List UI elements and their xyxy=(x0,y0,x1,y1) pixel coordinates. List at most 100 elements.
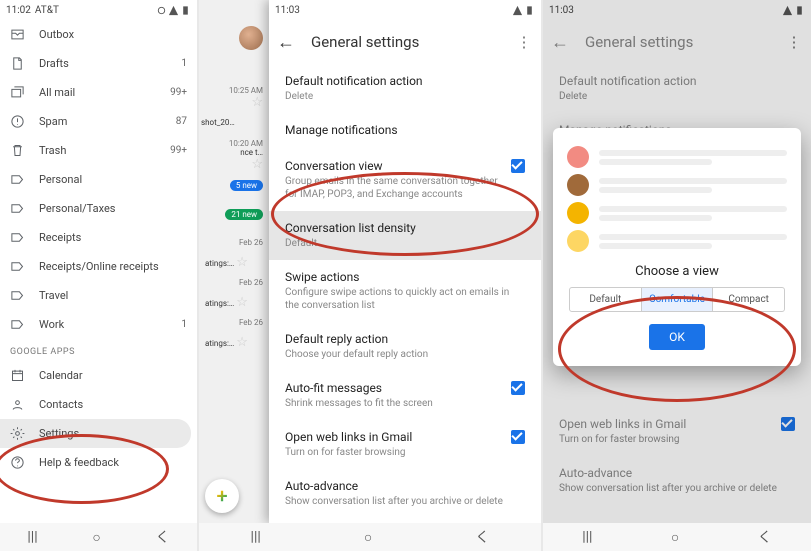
setting-default-notif[interactable]: Default notification actionDelete xyxy=(269,64,541,113)
help-icon xyxy=(10,455,25,470)
drawer-spam[interactable]: Spam87 xyxy=(0,107,197,136)
avatar[interactable] xyxy=(239,26,263,50)
setting-default-reply[interactable]: Default reply actionChoose your default … xyxy=(269,322,541,371)
checkbox-icon[interactable] xyxy=(511,430,525,444)
density-segmented: Default Comfortable Compact xyxy=(569,287,785,312)
setting-weblinks[interactable]: Open web links in GmailTurn on for faste… xyxy=(269,420,541,469)
nav-home[interactable]: ○ xyxy=(671,529,679,546)
status-time: 11:02 xyxy=(6,5,31,16)
checkbox-icon[interactable] xyxy=(511,381,525,395)
nav-back[interactable]: く xyxy=(475,527,489,547)
drawer-allmail[interactable]: All mail99+ xyxy=(0,78,197,107)
panel-drawer: 11:02 AT&T Outbox Drafts1 All mail99+ Sp… xyxy=(0,0,197,551)
preview-row xyxy=(567,202,787,224)
badge-new: 5 new xyxy=(230,180,263,191)
avatar-icon xyxy=(567,146,589,168)
plus-icon: + xyxy=(216,484,227,508)
dialog-title: Choose a view xyxy=(565,264,789,279)
drawer-calendar[interactable]: Calendar xyxy=(0,361,197,390)
label-icon xyxy=(10,259,25,274)
setting-swipe-actions[interactable]: Swipe actionsConfigure swipe actions to … xyxy=(269,260,541,322)
preview-row xyxy=(567,146,787,168)
spam-icon xyxy=(10,114,25,129)
appbar: ← General settings ⋮ xyxy=(269,20,541,64)
star-icon[interactable]: ☆ xyxy=(236,255,248,270)
time-label: 10:20 AM xyxy=(229,139,263,148)
nav-drawer: Outbox Drafts1 All mail99+ Spam87 Trash9… xyxy=(0,20,197,551)
badge-new: 21 new xyxy=(225,209,263,220)
drawer-help[interactable]: Help & feedback xyxy=(0,448,197,477)
star-icon[interactable]: ☆ xyxy=(236,335,248,350)
label-icon xyxy=(10,201,25,216)
drawer-section: GOOGLE APPS xyxy=(0,339,197,361)
inbox-peek: 10:25 AM☆ shot_20… 10:20 AMnce t…☆ 5 new… xyxy=(199,0,269,551)
date-label: Feb 26 xyxy=(199,314,269,331)
settings-sheet: 11:03 ← General settings ⋮ Default notif… xyxy=(269,0,541,523)
calendar-icon xyxy=(10,368,25,383)
density-dialog: Choose a view Default Comfortable Compac… xyxy=(553,128,801,366)
label-icon xyxy=(10,288,25,303)
page-title: General settings xyxy=(311,33,499,51)
attachment-chip[interactable]: shot_20… xyxy=(199,114,269,131)
date-label: Feb 26 xyxy=(199,274,269,291)
nav-home[interactable]: ○ xyxy=(364,529,372,546)
stack-icon xyxy=(10,85,25,100)
option-comfortable[interactable]: Comfortable xyxy=(642,288,714,311)
checkbox-icon[interactable] xyxy=(511,159,525,173)
nav-recents[interactable]: ||| xyxy=(27,529,37,545)
option-compact[interactable]: Compact xyxy=(713,288,784,311)
back-icon[interactable]: ← xyxy=(277,32,295,53)
status-bar: 11:03 xyxy=(269,0,541,20)
nav-recents[interactable]: ||| xyxy=(582,529,592,545)
drawer-contacts[interactable]: Contacts xyxy=(0,390,197,419)
drawer-receipts-online[interactable]: Receipts/Online receipts xyxy=(0,252,197,281)
status-carrier: AT&T xyxy=(35,5,59,16)
drawer-personal[interactable]: Personal xyxy=(0,165,197,194)
drawer-travel[interactable]: Travel xyxy=(0,281,197,310)
panel-dialog: 11:03 ← General settings ⋮ Default notif… xyxy=(543,0,811,551)
signal-icon xyxy=(512,5,523,16)
status-bar: 11:02 AT&T xyxy=(0,0,197,20)
nav-recents[interactable]: ||| xyxy=(251,529,261,545)
preview-row xyxy=(567,174,787,196)
label-icon xyxy=(10,230,25,245)
setting-conversation-view[interactable]: Conversation viewGroup emails in the sam… xyxy=(269,149,541,211)
setting-list-density[interactable]: Conversation list densityDefault xyxy=(269,211,541,260)
ok-button[interactable]: OK xyxy=(649,324,705,350)
android-navbar: ||| ○ く xyxy=(199,523,541,551)
drawer-receipts[interactable]: Receipts xyxy=(0,223,197,252)
label-icon xyxy=(10,317,25,332)
status-time: 11:03 xyxy=(275,5,300,16)
trash-icon xyxy=(10,143,25,158)
nav-back[interactable]: く xyxy=(156,527,170,547)
contacts-icon xyxy=(10,397,25,412)
android-navbar: ||| ○ く xyxy=(0,523,197,551)
overflow-icon[interactable]: ⋮ xyxy=(515,33,533,51)
alarm-icon xyxy=(156,5,167,16)
date-label: Feb 26 xyxy=(199,234,269,251)
drawer-work[interactable]: Work1 xyxy=(0,310,197,339)
outbox-icon xyxy=(10,27,25,42)
option-default[interactable]: Default xyxy=(570,288,642,311)
time-label: 10:25 AM xyxy=(229,86,263,95)
drawer-trash[interactable]: Trash99+ xyxy=(0,136,197,165)
nav-back[interactable]: く xyxy=(758,527,772,547)
drawer-outbox[interactable]: Outbox xyxy=(0,20,197,49)
drawer-drafts[interactable]: Drafts1 xyxy=(0,49,197,78)
nav-home[interactable]: ○ xyxy=(92,529,100,546)
setting-manage-notif[interactable]: Manage notifications xyxy=(269,113,541,149)
setting-autofit[interactable]: Auto-fit messagesShrink messages to fit … xyxy=(269,371,541,420)
star-icon[interactable]: ☆ xyxy=(251,157,263,172)
avatar-icon xyxy=(567,174,589,196)
setting-autoadvance[interactable]: Auto-advanceShow conversation list after… xyxy=(269,469,541,518)
drawer-settings[interactable]: Settings xyxy=(0,419,191,448)
panel-settings: 10:25 AM☆ shot_20… 10:20 AMnce t…☆ 5 new… xyxy=(199,0,541,551)
star-icon[interactable]: ☆ xyxy=(251,95,263,110)
star-icon[interactable]: ☆ xyxy=(236,295,248,310)
drawer-personal-taxes[interactable]: Personal/Taxes xyxy=(0,194,197,223)
battery-icon xyxy=(180,5,191,16)
settings-list: Default notification actionDelete Manage… xyxy=(269,64,541,518)
signal-icon xyxy=(168,5,179,16)
avatar-icon xyxy=(567,230,589,252)
compose-fab[interactable]: + xyxy=(205,479,239,513)
